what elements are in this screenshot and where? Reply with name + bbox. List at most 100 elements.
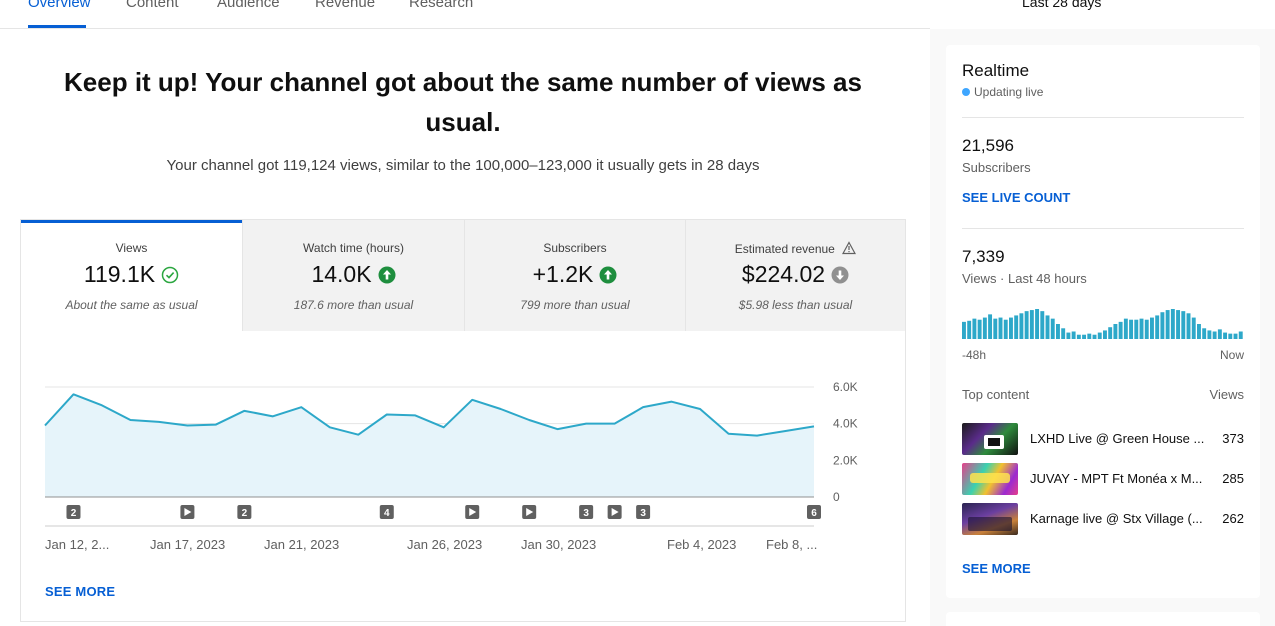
hourly-views-bar[interactable] (1207, 330, 1212, 339)
hourly-views-bar[interactable] (1009, 317, 1013, 339)
hourly-views-bar[interactable] (1217, 329, 1222, 339)
hourly-views-bar[interactable] (1092, 334, 1097, 339)
video-published-marker[interactable] (522, 505, 537, 519)
x-tick-label: Jan 26, 2023 (407, 537, 482, 552)
hourly-views-bar[interactable] (1108, 327, 1113, 339)
tab-content[interactable]: Content (126, 0, 179, 11)
hourly-views-bar[interactable] (1035, 309, 1040, 339)
hourly-views-bar[interactable] (1123, 318, 1128, 339)
hourly-views-bar[interactable] (1061, 328, 1066, 339)
marker-count: 2 (242, 508, 248, 519)
hourly-views-bar[interactable] (1144, 319, 1149, 339)
hourly-views-bar[interactable] (982, 317, 987, 339)
hourly-views-bar[interactable] (1228, 333, 1233, 339)
hourly-views-bar[interactable] (977, 319, 982, 339)
see-live-count-link[interactable]: SEE LIVE COUNT (962, 190, 1070, 205)
hourly-views-bar[interactable] (1160, 312, 1165, 339)
see-more-button[interactable]: SEE MORE (45, 584, 115, 599)
hourly-views-bar[interactable] (1129, 319, 1134, 339)
hourly-views-bar[interactable] (1212, 331, 1217, 340)
hourly-views-bar[interactable] (1238, 331, 1243, 340)
hourly-views-bar[interactable] (1233, 333, 1238, 339)
video-title[interactable]: LXHD Live @ Green House ... (1030, 431, 1205, 446)
top-content-item[interactable]: Karnage live @ Stx Village (... 262 (962, 503, 1244, 535)
see-more-button[interactable]: SEE MORE (962, 561, 1031, 576)
hourly-views-bar[interactable] (993, 318, 998, 339)
video-thumbnail[interactable] (962, 503, 1018, 535)
hourly-views-bar[interactable] (988, 314, 993, 339)
hourly-views-bar[interactable] (1014, 315, 1019, 339)
overview-card: Views 119.1K About the same as usual Wat… (20, 219, 906, 622)
hourly-views-bar[interactable] (1139, 318, 1144, 339)
video-published-marker[interactable] (180, 505, 195, 519)
video-thumbnail[interactable] (962, 463, 1018, 495)
hourly-views-bar[interactable] (1165, 310, 1170, 339)
hourly-views-bar[interactable] (1118, 321, 1123, 339)
hourly-views-bar[interactable] (972, 318, 977, 339)
hourly-views-bar[interactable] (1045, 315, 1050, 339)
hourly-views-bar[interactable] (1155, 315, 1160, 339)
tab-research[interactable]: Research (409, 0, 473, 11)
hourly-views-bar[interactable] (998, 317, 1003, 339)
video-thumbnail[interactable] (962, 423, 1018, 455)
views-column-label: Views (1209, 387, 1244, 402)
x-tick-label: Feb 8, ... (766, 537, 817, 552)
video-title[interactable]: Karnage live @ Stx Village (... (1030, 511, 1205, 526)
video-published-marker[interactable] (465, 505, 480, 519)
multiple-videos-marker[interactable]: 3 (636, 505, 651, 519)
hourly-views-bar[interactable] (1003, 319, 1008, 339)
hourly-views-bar[interactable] (962, 321, 966, 339)
hourly-views-bar[interactable] (1223, 332, 1228, 339)
hourly-views-bar[interactable] (1040, 311, 1045, 339)
video-title[interactable]: JUVAY - MPT Ft Monéa x M... (1030, 471, 1205, 486)
hourly-views-bar[interactable] (1097, 332, 1102, 339)
hourly-views-bar[interactable] (1191, 317, 1196, 339)
hourly-views-bar[interactable] (1082, 334, 1087, 339)
multiple-videos-marker[interactable]: 3 (579, 505, 594, 519)
hourly-views-bar[interactable] (1150, 317, 1154, 339)
top-content-item[interactable]: JUVAY - MPT Ft Monéa x M... 285 (962, 463, 1244, 495)
hourly-views-bar[interactable] (1019, 313, 1024, 339)
tab-audience[interactable]: Audience (217, 0, 280, 11)
axis-end-label: Now (1219, 348, 1244, 362)
hourly-views-bar[interactable] (1066, 332, 1071, 339)
hourly-views-bar[interactable] (1181, 311, 1186, 339)
hourly-views-bar[interactable] (1170, 309, 1175, 339)
hourly-views-bar[interactable] (1197, 324, 1201, 339)
hourly-views-bar[interactable] (1076, 334, 1081, 339)
multiple-videos-marker[interactable]: 2 (66, 505, 81, 519)
x-tick-label: Jan 30, 2023 (521, 537, 596, 552)
top-content-item[interactable]: LXHD Live @ Green House ... 373 (962, 423, 1244, 455)
hourly-views-bar[interactable] (1029, 310, 1034, 339)
hourly-views-bar[interactable] (1103, 330, 1107, 339)
hourly-views-bar[interactable] (1202, 328, 1207, 339)
tab-revenue[interactable]: Revenue (315, 0, 375, 11)
multiple-videos-marker[interactable]: 4 (379, 505, 394, 519)
hourly-views-bar[interactable] (1134, 319, 1139, 339)
hourly-views-bar[interactable] (1050, 318, 1055, 339)
hourly-views-bar[interactable] (1113, 324, 1118, 339)
views-line-chart[interactable]: 6.0K 4.0K 2.0K 0 2 2 4 3 3 6 Jan 12, 2... Jan 17, 2… (21, 220, 905, 560)
hourly-views-bar[interactable] (1186, 313, 1191, 339)
x-tick-label: Jan 17, 2023 (150, 537, 225, 552)
realtime-views-label: Views · Last 48 hours (962, 271, 1087, 286)
y-tick-label: 4.0K (833, 417, 858, 431)
tab-overview[interactable]: Overview (28, 0, 91, 11)
realtime-title: Realtime (962, 61, 1030, 80)
hourly-views-bar[interactable] (1087, 333, 1092, 339)
x-tick-label: Jan 12, 2... (45, 537, 109, 552)
multiple-videos-marker[interactable]: 2 (237, 505, 252, 519)
date-range-selector[interactable]: Last 28 days (1022, 0, 1101, 10)
y-tick-label: 0 (833, 490, 840, 504)
realtime-views-bar-chart[interactable] (962, 309, 1244, 339)
hourly-views-bar[interactable] (1024, 311, 1029, 339)
marker-count: 4 (384, 508, 390, 519)
hourly-views-bar[interactable] (1071, 331, 1076, 340)
active-tab-indicator (28, 25, 86, 28)
video-published-marker[interactable] (607, 505, 622, 519)
multiple-videos-marker[interactable]: 6 (807, 505, 821, 519)
hourly-views-bar[interactable] (967, 320, 972, 339)
axis-start-label: -48h (962, 348, 987, 362)
hourly-views-bar[interactable] (1056, 324, 1060, 339)
hourly-views-bar[interactable] (1176, 310, 1181, 339)
